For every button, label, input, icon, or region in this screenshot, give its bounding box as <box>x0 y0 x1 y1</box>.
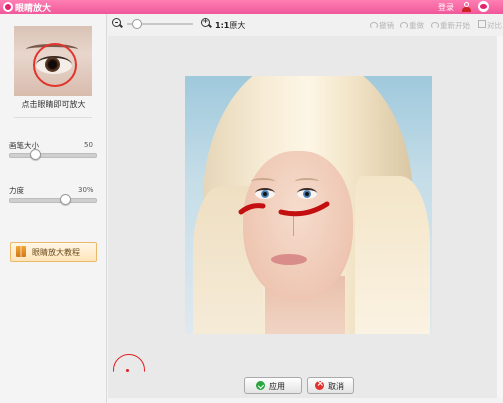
thumbnail-hint: 点击眼睛即可放大 <box>21 100 86 109</box>
login-link[interactable]: 登录 <box>438 2 454 13</box>
tutorial-button-label: 眼睛放大教程 <box>32 248 80 257</box>
gift-box-icon <box>16 246 26 257</box>
brush-cursor-center <box>126 369 129 372</box>
portrait-photo[interactable] <box>185 76 432 334</box>
right-edge-panel <box>497 36 503 398</box>
actual-size-ratio: 1:1 <box>215 21 230 30</box>
cancel-button[interactable]: 取消 <box>307 377 354 394</box>
undo-label: 撤销 <box>379 21 394 30</box>
actual-size-button[interactable]: 1:1原大 <box>215 20 245 31</box>
app-logo-icon <box>3 2 13 12</box>
cancel-label: 取消 <box>328 382 344 391</box>
brush-cursor <box>113 354 145 372</box>
redo-icon <box>400 22 408 29</box>
compare-button[interactable]: 对比 <box>478 20 502 31</box>
strength-slider[interactable] <box>9 198 97 203</box>
editing-canvas[interactable]: 应用 取消 <box>108 36 497 398</box>
redo-label: 重做 <box>409 21 424 30</box>
brush-size-value: 50 <box>84 141 93 149</box>
tool-options-panel: 点击眼睛即可放大 画笔大小 50 力度 30% 眼睛放大教程 <box>0 14 107 403</box>
compare-icon <box>478 20 486 28</box>
eye-example-thumbnail <box>14 26 92 96</box>
restart-label: 重新开始 <box>440 21 470 30</box>
undo-button[interactable]: 撤销 <box>370 20 394 31</box>
actual-size-label: 原大 <box>229 21 246 30</box>
apply-label: 应用 <box>269 382 285 391</box>
tutorial-button[interactable]: 眼睛放大教程 <box>10 242 97 262</box>
brush-size-slider-handle[interactable] <box>29 149 41 160</box>
strength-value: 30% <box>78 186 94 194</box>
brush-strokes <box>238 201 330 217</box>
brush-size-slider[interactable] <box>9 153 97 158</box>
compare-label: 对比 <box>487 21 502 30</box>
mascot-icon[interactable] <box>478 1 489 12</box>
strength-slider-handle[interactable] <box>59 194 71 205</box>
zoom-slider-handle[interactable] <box>131 19 142 29</box>
user-icon[interactable] <box>462 2 471 12</box>
window-title: 眼睛放大 <box>15 4 52 14</box>
divider <box>14 117 92 118</box>
apply-button[interactable]: 应用 <box>244 377 302 394</box>
undo-icon <box>370 22 378 29</box>
highlight-ring <box>33 43 77 87</box>
toolbar: 1:1原大 撤销 重做 重新开始 对比 <box>107 14 503 36</box>
zoom-out-icon[interactable] <box>112 18 121 27</box>
restart-button[interactable]: 重新开始 <box>431 20 470 31</box>
restart-icon <box>431 22 439 29</box>
redo-button[interactable]: 重做 <box>400 20 424 31</box>
zoom-in-icon[interactable] <box>201 17 210 27</box>
strength-label: 力度 <box>9 186 24 195</box>
check-icon <box>256 381 265 390</box>
title-bar: 眼睛放大 登录 <box>0 0 503 14</box>
close-icon <box>315 379 324 390</box>
